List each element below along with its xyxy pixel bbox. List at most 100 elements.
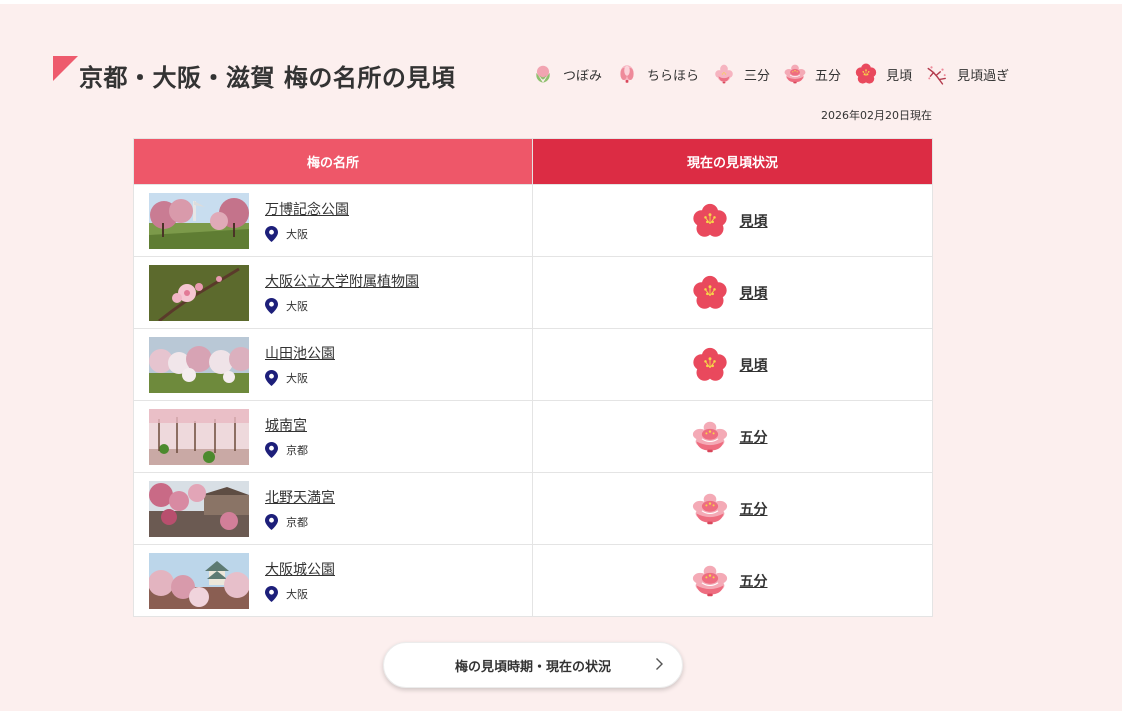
status-cell-inner: 五分 [533, 563, 932, 599]
legend-item-thirty-percent: 三分 [713, 63, 770, 85]
column-header-spot: 梅の名所 [133, 138, 533, 185]
spot-cell-inner: 大阪城公園 大阪 [134, 552, 532, 609]
spot-location: 大阪 [265, 586, 335, 602]
spot-cell: 大阪公立大学附属植物園 大阪 [133, 256, 533, 329]
column-header-status: 現在の見頃状況 [532, 138, 933, 185]
bloom-period-button-label: 梅の見頃時期・現在の状況 [454, 659, 611, 675]
legend-label: 三分 [744, 68, 771, 84]
spot-info: 大阪城公園 大阪 [265, 559, 335, 602]
update-date: 2026年02月20日現在 [821, 109, 932, 122]
few-blooms-icon [616, 63, 638, 85]
bud-icon [532, 63, 554, 85]
status-link[interactable]: 五分 [740, 571, 768, 591]
spot-location: 大阪 [265, 298, 419, 314]
fifty-percent-icon [692, 419, 728, 455]
status-link[interactable]: 五分 [740, 499, 768, 519]
title-corner-accent [53, 56, 78, 81]
spot-cell: 山田池公園 大阪 [133, 328, 533, 401]
spot-cell: 大阪城公園 大阪 [133, 544, 533, 617]
status-cell-inner: 五分 [533, 491, 932, 527]
status-cell: 五分 [532, 544, 933, 617]
spot-cell-inner: 大阪公立大学附属植物園 大阪 [134, 264, 532, 321]
spot-info: 城南宮 京都 [265, 415, 308, 458]
legend-label: 見頃過ぎ [957, 68, 1010, 84]
fifty-percent-icon [692, 491, 728, 527]
page-title: 京都・大阪・滋賀 梅の名所の見頃 [79, 64, 456, 92]
status-cell: 五分 [532, 472, 933, 545]
spot-location: 京都 [265, 442, 308, 458]
spot-name-link[interactable]: 山田池公園 [265, 343, 335, 363]
location-pin-icon [265, 442, 278, 458]
table-row: 城南宮 京都 五分 [133, 400, 933, 473]
spot-photo[interactable] [149, 192, 249, 249]
spot-cell-inner: 北野天満宮 京都 [134, 480, 532, 537]
spot-name-link[interactable]: 大阪公立大学附属植物園 [265, 271, 419, 291]
full-bloom-icon [855, 63, 877, 85]
spot-photo[interactable] [149, 264, 249, 321]
spot-info: 北野天満宮 京都 [265, 487, 335, 530]
location-text: 京都 [286, 444, 308, 457]
spot-photo[interactable] [149, 408, 249, 465]
table-header-row: 梅の名所 現在の見頃状況 [133, 138, 933, 185]
status-cell-inner: 五分 [533, 419, 932, 455]
legend-item-fifty-percent: 五分 [784, 63, 841, 85]
location-pin-icon [265, 298, 278, 314]
location-text: 大阪 [286, 372, 308, 385]
table-row: 山田池公園 大阪 見頃 [133, 328, 933, 401]
legend-item-full-bloom: 見頃 [855, 63, 912, 85]
status-cell: 見頃 [532, 184, 933, 257]
status-cell-inner: 見頃 [533, 347, 932, 383]
full-bloom-icon [692, 203, 728, 239]
spot-photo[interactable] [149, 552, 249, 609]
status-cell: 見頃 [532, 256, 933, 329]
spot-cell-inner: 山田池公園 大阪 [134, 336, 532, 393]
past-peak-icon [926, 63, 948, 85]
spot-photo[interactable] [149, 480, 249, 537]
spot-cell: 城南宮 京都 [133, 400, 533, 473]
location-text: 大阪 [286, 588, 308, 601]
location-pin-icon [265, 226, 278, 242]
bloom-legend: つぼみ ちらほら 三分 五分 見頃 見頃過ぎ [532, 63, 1023, 85]
spot-info: 山田池公園 大阪 [265, 343, 335, 386]
chevron-right-icon [656, 658, 663, 670]
status-link[interactable]: 見頃 [740, 211, 768, 231]
spot-name-link[interactable]: 北野天満宮 [265, 487, 335, 507]
spot-photo[interactable] [149, 336, 249, 393]
table-row: 北野天満宮 京都 五分 [133, 472, 933, 545]
full-bloom-icon [692, 275, 728, 311]
status-cell: 五分 [532, 400, 933, 473]
legend-item-past-peak: 見頃過ぎ [926, 63, 1009, 85]
thirty-percent-icon [713, 63, 735, 85]
spot-location: 大阪 [265, 370, 335, 386]
spot-info: 万博記念公園 大阪 [265, 199, 349, 242]
legend-label: つぼみ [563, 68, 603, 84]
status-cell-inner: 見頃 [533, 275, 932, 311]
spot-location: 大阪 [265, 226, 349, 242]
location-pin-icon [265, 514, 278, 530]
spot-info: 大阪公立大学附属植物園 大阪 [265, 271, 419, 314]
status-link[interactable]: 見頃 [740, 283, 768, 303]
fifty-percent-icon [692, 563, 728, 599]
status-link[interactable]: 五分 [740, 427, 768, 447]
table-row: 大阪公立大学附属植物園 大阪 見頃 [133, 256, 933, 329]
full-bloom-icon [692, 347, 728, 383]
location-text: 大阪 [286, 300, 308, 313]
bloom-period-button[interactable]: 梅の見頃時期・現在の状況 [383, 642, 683, 688]
spot-cell: 万博記念公園 大阪 [133, 184, 533, 257]
spot-name-link[interactable]: 大阪城公園 [265, 559, 335, 579]
legend-label: 五分 [815, 68, 842, 84]
legend-label: ちらほら [647, 68, 700, 84]
status-cell-inner: 見頃 [533, 203, 932, 239]
spot-location: 京都 [265, 514, 335, 530]
status-link[interactable]: 見頃 [740, 355, 768, 375]
table-row: 万博記念公園 大阪 見頃 [133, 184, 933, 257]
legend-item-few-blooms: ちらほら [616, 63, 699, 85]
spot-name-link[interactable]: 万博記念公園 [265, 199, 349, 219]
fifty-percent-icon [784, 63, 806, 85]
spot-name-link[interactable]: 城南宮 [265, 415, 307, 435]
spot-cell: 北野天満宮 京都 [133, 472, 533, 545]
location-text: 大阪 [286, 228, 308, 241]
status-cell: 見頃 [532, 328, 933, 401]
legend-label: 見頃 [886, 68, 913, 84]
spot-cell-inner: 万博記念公園 大阪 [134, 192, 532, 249]
